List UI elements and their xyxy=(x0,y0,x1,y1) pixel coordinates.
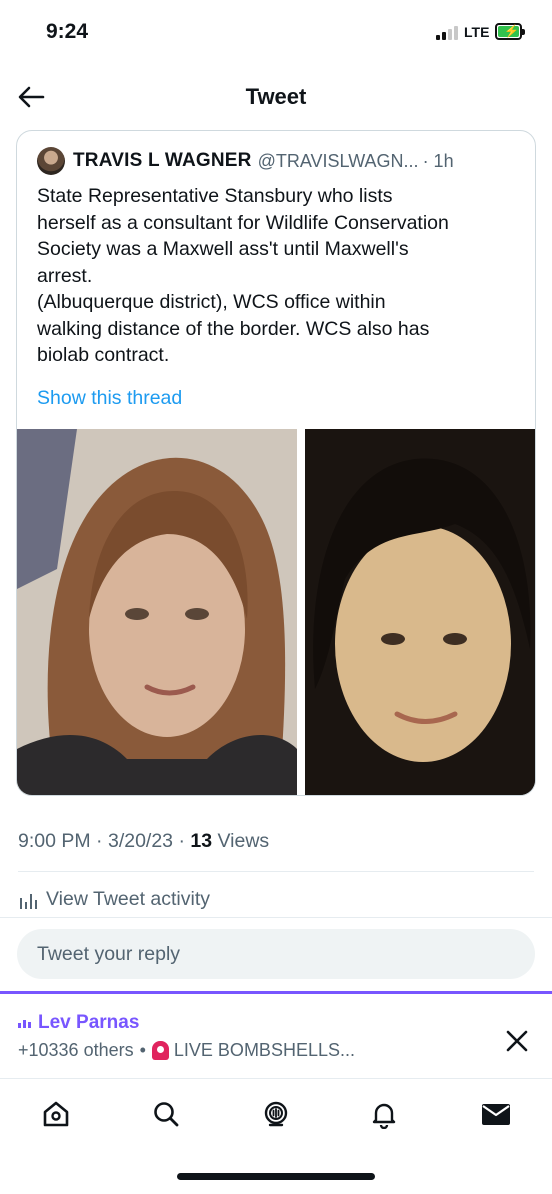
status-bar: 9:24 LTE ⚡ xyxy=(0,0,552,64)
tweet-photo-right[interactable] xyxy=(305,429,535,795)
top-navigation: Tweet xyxy=(0,72,552,124)
views-count[interactable]: 13 xyxy=(190,830,212,852)
activity-label: View Tweet activity xyxy=(46,888,211,910)
space-meta: +10336 others • LIVE BOMBSHELLS... xyxy=(18,1040,355,1061)
space-separator: • xyxy=(139,1040,146,1060)
bottom-navigation xyxy=(0,1078,552,1148)
home-indicator[interactable] xyxy=(177,1173,375,1180)
space-title: LIVE BOMBSHELLS... xyxy=(173,1040,355,1060)
post-time: · 1h xyxy=(422,150,454,171)
close-icon xyxy=(506,1030,528,1052)
battery-icon: ⚡ xyxy=(495,23,525,40)
view-tweet-activity-button[interactable]: View Tweet activity xyxy=(18,888,210,911)
avatar[interactable] xyxy=(37,147,65,175)
divider xyxy=(0,917,552,918)
page-title: Tweet xyxy=(245,84,307,109)
messages-icon xyxy=(482,1104,510,1125)
search-icon xyxy=(154,1102,179,1127)
network-type: LTE xyxy=(464,24,490,40)
views-label[interactable]: Views xyxy=(218,830,270,852)
show-thread-link[interactable]: Show this thread xyxy=(37,387,182,410)
space-host[interactable]: Lev Parnas xyxy=(18,1012,139,1034)
nav-search[interactable] xyxy=(148,1096,184,1132)
live-space-bar[interactable]: Lev Parnas +10336 others • LIVE BOMBSHEL… xyxy=(0,991,552,1076)
text-line: walking distance of the border. WCS also… xyxy=(37,317,430,340)
nav-messages[interactable] xyxy=(478,1096,514,1132)
text-line: arrest. xyxy=(37,264,93,287)
nav-spaces[interactable] xyxy=(258,1096,294,1132)
notifications-icon xyxy=(372,1103,396,1129)
text-line: Society was a Maxwell ass't until Maxwel… xyxy=(37,238,409,260)
quoted-tweet-card[interactable]: TRAVIS L WAGNER @TRAVISLWAGN... · 1h Sta… xyxy=(16,130,536,796)
nav-notifications[interactable] xyxy=(366,1096,402,1132)
text-line: herself as a consultant for Wildlife Con… xyxy=(37,211,449,234)
close-space-button[interactable] xyxy=(500,1024,534,1058)
reply-input[interactable]: Tweet your reply xyxy=(17,929,535,979)
quoted-tweet-text: State Representative Stansbury who lists… xyxy=(37,183,522,369)
nav-home[interactable] xyxy=(38,1096,74,1132)
text-line: biolab contract. xyxy=(37,344,170,366)
text-line: State Representative Stansbury who lists xyxy=(37,185,393,207)
author-handle[interactable]: @TRAVISLWAGN... xyxy=(258,151,419,172)
tweet-time: 9:00 PM xyxy=(18,830,91,852)
reply-placeholder: Tweet your reply xyxy=(37,942,181,965)
siren-emoji-icon xyxy=(151,1041,169,1060)
space-listeners: +10336 others xyxy=(18,1040,134,1060)
tweet-date: 3/20/23 xyxy=(107,830,174,852)
status-time: 9:24 xyxy=(46,20,89,43)
author-name[interactable]: TRAVIS L WAGNER xyxy=(73,150,252,172)
live-audio-icon xyxy=(18,1018,31,1028)
space-host-name: Lev Parnas xyxy=(38,1012,140,1033)
quoted-tweet-header: TRAVIS L WAGNER @TRAVISLWAGN... · 1h xyxy=(37,147,454,175)
home-icon xyxy=(43,1101,69,1127)
tweet-meta: 9:00 PM · 3/20/23 · 13 Views xyxy=(18,830,270,852)
tweet-photo-left[interactable] xyxy=(17,429,297,795)
spaces-icon xyxy=(264,1101,288,1127)
analytics-icon xyxy=(20,893,37,909)
divider xyxy=(18,871,534,872)
cellular-signal-icon xyxy=(436,26,458,40)
text-line: (Albuquerque district), WCS office withi… xyxy=(37,291,386,313)
